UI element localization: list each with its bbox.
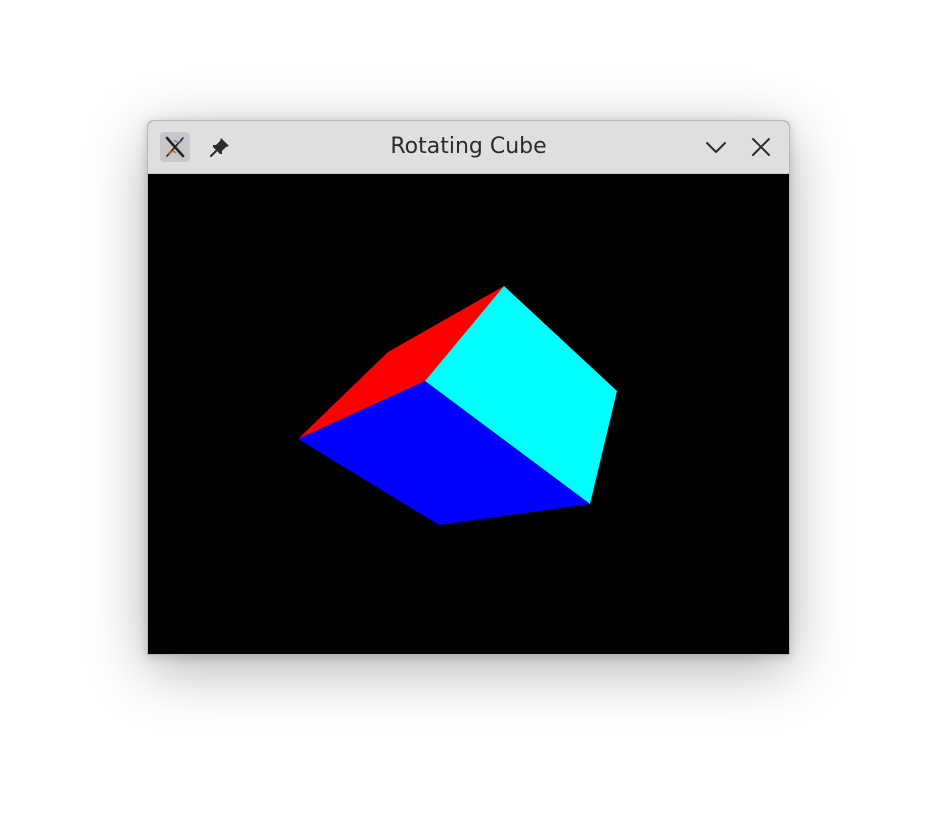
app-window: Rotating Cube: [147, 120, 790, 655]
chevron-down-icon[interactable]: [701, 132, 731, 162]
x-app-icon[interactable]: [160, 132, 190, 162]
close-icon[interactable]: [746, 132, 776, 162]
title-bar[interactable]: Rotating Cube: [148, 121, 789, 174]
cube-scene: [298, 286, 617, 525]
render-canvas[interactable]: [148, 174, 789, 654]
window-title: Rotating Cube: [390, 134, 547, 159]
pin-icon[interactable]: [205, 132, 235, 162]
